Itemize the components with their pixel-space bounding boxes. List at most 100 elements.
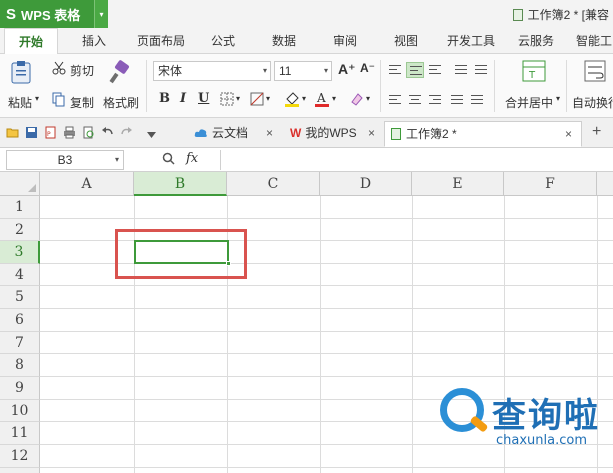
- align-right-icon[interactable]: [426, 92, 444, 108]
- column-header-f[interactable]: F: [504, 172, 597, 196]
- align-middle-icon[interactable]: [406, 62, 424, 78]
- name-box[interactable]: B3 ▾: [6, 150, 124, 170]
- clear-format-dropdown-icon[interactable]: ▾: [366, 94, 370, 103]
- row-header-7[interactable]: 7: [0, 332, 40, 354]
- tab-cloud-service[interactable]: 云服务: [518, 28, 554, 54]
- row-header-6[interactable]: 6: [0, 309, 40, 332]
- new-tab-button[interactable]: +: [592, 123, 601, 141]
- row-header-3[interactable]: 3: [0, 241, 40, 264]
- decrease-font-size-button[interactable]: A⁻: [360, 61, 375, 75]
- bold-button[interactable]: B: [159, 91, 170, 106]
- open-folder-icon[interactable]: [6, 126, 19, 139]
- select-all-corner[interactable]: [0, 172, 40, 196]
- row-header-10[interactable]: 10: [0, 400, 40, 422]
- cloud-icon: [194, 129, 207, 137]
- font-name-select[interactable]: 宋体 ▾: [153, 61, 271, 81]
- save-icon[interactable]: [25, 126, 38, 139]
- wps-logo-icon: W: [290, 126, 302, 140]
- menu-bar: 开始 插入 页面布局 公式 数据 审阅 视图 开发工具 云服务 智能工: [0, 28, 613, 55]
- wrap-text-icon: [584, 60, 606, 82]
- tab-insert[interactable]: 插入: [82, 28, 106, 54]
- borders-dropdown-icon[interactable]: ▾: [236, 94, 240, 103]
- paste-dropdown-icon: ▾: [35, 94, 40, 103]
- row-header-2[interactable]: 2: [0, 219, 40, 241]
- fill-color-icon[interactable]: [284, 90, 300, 108]
- borders-icon[interactable]: [220, 92, 234, 106]
- watermark-url: chaxunla.com: [496, 433, 587, 448]
- column-header-c[interactable]: C: [227, 172, 320, 196]
- increase-font-size-button[interactable]: A⁺: [338, 61, 356, 78]
- tab-my-wps[interactable]: W 我的WPS ×: [284, 121, 382, 147]
- italic-button[interactable]: I: [180, 91, 186, 106]
- chevron-down-icon: ▾: [262, 66, 267, 75]
- gridline: [412, 196, 413, 473]
- tab-data[interactable]: 数据: [272, 28, 296, 54]
- align-bottom-icon[interactable]: [426, 62, 444, 78]
- document-title: 工作簿2 * [兼容: [512, 6, 609, 23]
- undo-icon[interactable]: [101, 126, 114, 139]
- align-left-icon[interactable]: [386, 92, 404, 108]
- tab-cloud-docs[interactable]: 云文档 ×: [188, 121, 284, 147]
- row-header-4[interactable]: 4: [0, 264, 40, 286]
- quick-access-bar: P 云文档 × W 我的WPS × 工作簿2 * × +: [0, 118, 613, 148]
- svg-text:P: P: [47, 131, 51, 138]
- print-preview-icon[interactable]: [82, 126, 95, 139]
- close-icon[interactable]: ×: [565, 122, 572, 146]
- column-header-e[interactable]: E: [412, 172, 504, 196]
- align-top-icon[interactable]: [386, 62, 404, 78]
- font-color-dropdown-icon[interactable]: ▾: [332, 94, 336, 103]
- row-header-1[interactable]: 1: [0, 196, 40, 219]
- insert-function-button[interactable]: fx: [186, 151, 198, 166]
- title-bar: S WPS 表格 ▾ 工作簿2 * [兼容: [0, 0, 613, 28]
- shading-dropdown-icon[interactable]: ▾: [266, 94, 270, 103]
- tab-view[interactable]: 视图: [394, 28, 418, 54]
- search-icon[interactable]: [162, 152, 175, 165]
- gridline: [40, 285, 613, 286]
- column-header-d[interactable]: D: [320, 172, 412, 196]
- distributed-align-icon[interactable]: [468, 92, 486, 108]
- row-header-11[interactable]: 11: [0, 422, 40, 445]
- row-header-5[interactable]: 5: [0, 286, 40, 309]
- font-size-select[interactable]: 11 ▾: [274, 61, 332, 81]
- column-header-a[interactable]: A: [40, 172, 134, 196]
- app-name: WPS 表格: [21, 7, 81, 23]
- ribbon-divider: [494, 60, 495, 112]
- clear-format-icon[interactable]: [348, 90, 364, 108]
- app-menu-button[interactable]: S WPS 表格: [0, 0, 94, 28]
- row-header-12[interactable]: 12: [0, 445, 40, 468]
- select-all-icon: [28, 184, 36, 192]
- print-icon[interactable]: [63, 126, 76, 139]
- watermark-brand: 查询啦: [492, 396, 600, 436]
- gridline: [40, 308, 613, 309]
- decrease-indent-icon[interactable]: [452, 62, 470, 78]
- svg-text:T: T: [528, 70, 536, 81]
- tab-home[interactable]: 开始: [4, 28, 59, 55]
- annotation-highlight-box: [115, 229, 247, 279]
- column-header-partial[interactable]: [597, 172, 613, 196]
- ribbon-divider: [566, 60, 567, 112]
- close-icon[interactable]: ×: [266, 121, 273, 145]
- justify-icon[interactable]: [448, 92, 466, 108]
- column-header-b[interactable]: B: [134, 172, 227, 196]
- app-menu-dropdown[interactable]: ▾: [94, 0, 108, 28]
- close-icon[interactable]: ×: [368, 121, 375, 145]
- formula-input[interactable]: [220, 150, 612, 170]
- tab-workbook2[interactable]: 工作簿2 * ×: [384, 121, 582, 147]
- align-center-icon[interactable]: [406, 92, 424, 108]
- row-header-8[interactable]: 8: [0, 354, 40, 377]
- underline-button[interactable]: U: [198, 91, 209, 106]
- font-color-icon[interactable]: A: [314, 90, 330, 108]
- chevron-down-icon[interactable]: [145, 128, 158, 141]
- tab-developer[interactable]: 开发工具: [447, 28, 495, 54]
- redo-icon[interactable]: [120, 126, 133, 139]
- row-header-9[interactable]: 9: [0, 377, 40, 400]
- increase-indent-icon[interactable]: [472, 62, 490, 78]
- cell-shading-icon[interactable]: [250, 92, 264, 106]
- tab-review[interactable]: 审阅: [333, 28, 357, 54]
- tab-formulas[interactable]: 公式: [211, 28, 235, 54]
- tab-page-layout[interactable]: 页面布局: [137, 28, 185, 54]
- export-pdf-icon[interactable]: P: [44, 126, 57, 139]
- fill-color-dropdown-icon[interactable]: ▾: [302, 94, 306, 103]
- row-header-partial[interactable]: [0, 468, 40, 473]
- tab-smart-tools[interactable]: 智能工: [576, 28, 612, 54]
